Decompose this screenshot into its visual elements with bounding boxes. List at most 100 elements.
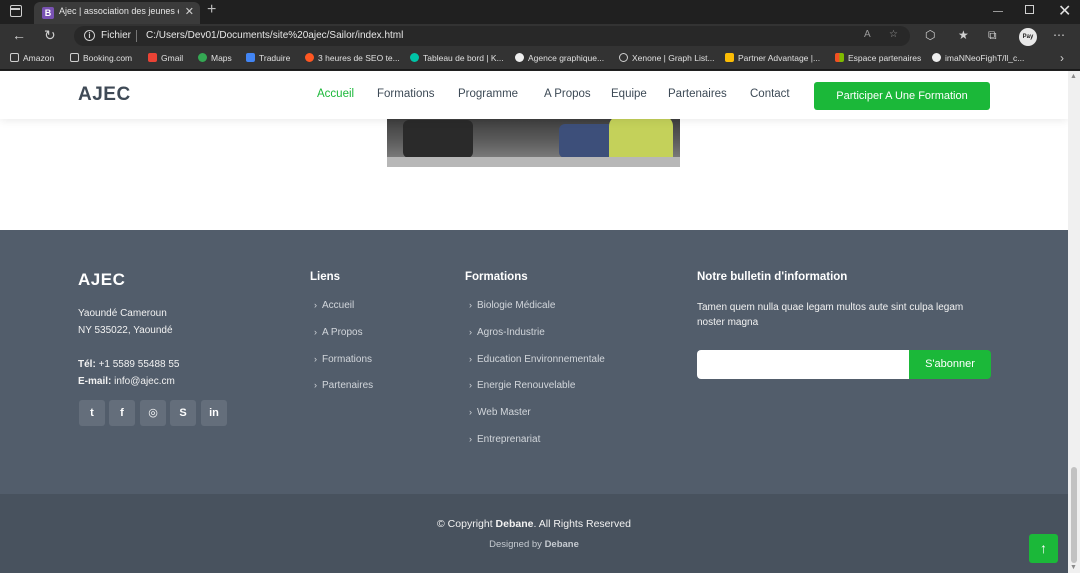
- training-photo: [387, 116, 680, 167]
- designed-by-text: Designed by Debane: [489, 539, 579, 550]
- maps-icon: [198, 53, 207, 62]
- collections-icon[interactable]: ⧉: [988, 28, 997, 43]
- footer-formation-biologie[interactable]: › Biologie Médicale: [469, 300, 555, 311]
- address-line-1: Yaoundé Cameroun: [78, 308, 167, 319]
- xenone-icon: [619, 53, 628, 62]
- read-aloud-icon[interactable]: A: [864, 29, 871, 40]
- tab-close-icon[interactable]: ✕: [185, 5, 194, 18]
- chevron-right-icon: ›: [469, 407, 472, 417]
- footer-link-formations[interactable]: › Formations: [314, 354, 372, 365]
- footer-bottom: © Copyright Debane. All Rights Reserved …: [0, 494, 1068, 573]
- window-close-icon[interactable]: ✕: [1058, 1, 1071, 21]
- email-line: E-mail: info@ajec.cm: [78, 376, 175, 387]
- address-bar[interactable]: i Fichier C:/Users/Dev01/Documents/site%…: [74, 26, 910, 46]
- bookmark-booking[interactable]: Booking.com: [70, 53, 132, 63]
- bookmark-amazon[interactable]: Amazon: [10, 53, 54, 63]
- browser-toolbar: ← ↻ i Fichier C:/Users/Dev01/Documents/s…: [0, 24, 1080, 48]
- scroll-up-icon[interactable]: ▲: [1070, 73, 1077, 80]
- add-favorite-icon[interactable]: ☆: [889, 29, 898, 40]
- nav-contact[interactable]: Contact: [750, 88, 790, 100]
- url-text[interactable]: C:/Users/Dev01/Documents/site%20ajec/Sai…: [146, 30, 403, 41]
- chevron-right-icon: ›: [469, 300, 472, 310]
- protocol-label: Fichier: [101, 30, 132, 41]
- chevron-right-icon: ›: [314, 300, 317, 310]
- phone-line: Tél: +1 5589 55488 55: [78, 359, 180, 370]
- scroll-down-icon[interactable]: ▼: [1070, 564, 1077, 571]
- bootstrap-favicon-icon: B: [42, 7, 54, 19]
- footer-formation-webmaster[interactable]: › Web Master: [469, 407, 531, 418]
- dashboard-icon: [410, 53, 419, 62]
- bookmark-agence[interactable]: Agence graphique...: [515, 53, 604, 63]
- info-icon[interactable]: i: [84, 30, 95, 41]
- chevron-right-icon: ›: [469, 327, 472, 337]
- bookmark-xenone[interactable]: Xenone | Graph List...: [619, 53, 715, 63]
- nav-programme[interactable]: Programme: [458, 88, 518, 100]
- bookmark-seo[interactable]: 3 heures de SEO te...: [305, 53, 400, 63]
- subscribe-button[interactable]: S'abonner: [909, 350, 991, 379]
- newsletter-email-input[interactable]: [697, 350, 910, 379]
- tab-actions-icon[interactable]: [10, 5, 22, 17]
- profile-avatar[interactable]: Pay: [1019, 28, 1037, 46]
- page-viewport: AJEC Accueil Formations Programme A Prop…: [0, 71, 1068, 573]
- facebook-icon[interactable]: f: [109, 400, 135, 426]
- participate-button[interactable]: Participer A Une Formation: [814, 82, 990, 110]
- skype-icon[interactable]: S: [170, 400, 196, 426]
- chevron-right-icon: ›: [314, 327, 317, 337]
- address-separator: [136, 30, 137, 42]
- twitter-icon[interactable]: t: [79, 400, 105, 426]
- nav-formations[interactable]: Formations: [377, 88, 435, 100]
- bookmark-espace[interactable]: Espace partenaires: [835, 53, 921, 63]
- window-minimize-icon[interactable]: [993, 11, 1003, 12]
- footer-link-a-propos[interactable]: › A Propos: [314, 327, 363, 338]
- refresh-icon[interactable]: ↻: [44, 27, 56, 44]
- nav-equipe[interactable]: Equipe: [611, 88, 647, 100]
- tab-title: Ajec | association des jeunes ent: [59, 6, 179, 16]
- nav-a-propos[interactable]: A Propos: [544, 88, 591, 100]
- footer-logo: AJEC: [78, 270, 126, 289]
- site-logo[interactable]: AJEC: [78, 84, 131, 106]
- bookmark-partner[interactable]: Partner Advantage |...: [725, 53, 820, 63]
- chevron-right-icon: ›: [469, 380, 472, 390]
- bookmark-traduire[interactable]: Traduire: [246, 53, 290, 63]
- browser-tab-active[interactable]: B Ajec | association des jeunes ent ✕: [34, 2, 200, 24]
- more-menu-icon[interactable]: ⋯: [1053, 28, 1065, 42]
- github-icon: [932, 53, 941, 62]
- nav-accueil[interactable]: Accueil: [317, 88, 354, 100]
- footer-formation-agros[interactable]: › Agros-Industrie: [469, 327, 545, 338]
- gmail-icon: [148, 53, 157, 62]
- bookmarks-overflow-icon[interactable]: ›: [1060, 51, 1064, 65]
- new-tab-icon[interactable]: +: [207, 1, 216, 19]
- browser-tab-strip: B Ajec | association des jeunes ent ✕ + …: [0, 0, 1080, 24]
- footer-link-accueil[interactable]: › Accueil: [314, 300, 354, 311]
- bookmark-gmail[interactable]: Gmail: [148, 53, 183, 63]
- extensions-icon[interactable]: ⬡: [925, 28, 935, 42]
- links-heading: Liens: [310, 271, 341, 283]
- page-icon: [10, 53, 19, 62]
- chevron-right-icon: ›: [469, 434, 472, 444]
- page-icon: [70, 53, 79, 62]
- footer-formation-entreprenariat[interactable]: › Entreprenariat: [469, 434, 540, 445]
- linkedin-icon[interactable]: in: [201, 400, 227, 426]
- footer-formation-energie[interactable]: › Energie Renouvelable: [469, 380, 575, 391]
- instagram-icon[interactable]: ◎: [140, 400, 166, 426]
- translate-icon: [246, 53, 255, 62]
- page-scrollbar[interactable]: ▲ ▼: [1068, 71, 1080, 573]
- scrollbar-thumb[interactable]: [1071, 467, 1077, 563]
- bookmark-tableau[interactable]: Tableau de bord | K...: [410, 53, 504, 63]
- bookmark-github[interactable]: imaNNeoFighT/ll_c...: [932, 53, 1024, 63]
- footer-link-partenaires[interactable]: › Partenaires: [314, 380, 373, 391]
- back-to-top-button[interactable]: ↑: [1029, 534, 1058, 563]
- nav-partenaires[interactable]: Partenaires: [668, 88, 727, 100]
- newsletter-description: Tamen quem nulla quae legam multos aute …: [697, 302, 964, 328]
- back-icon[interactable]: ←: [12, 27, 26, 43]
- chevron-right-icon: ›: [469, 354, 472, 364]
- site-header: AJEC Accueil Formations Programme A Prop…: [0, 71, 1068, 119]
- arrow-up-icon: ↑: [1040, 540, 1047, 556]
- favorites-icon[interactable]: ★: [958, 28, 969, 42]
- chevron-right-icon: ›: [314, 380, 317, 390]
- window-restore-icon[interactable]: [1025, 5, 1034, 14]
- bookmark-maps[interactable]: Maps: [198, 53, 232, 63]
- copyright-text: © Copyright Debane. All Rights Reserved: [437, 518, 631, 530]
- microsoft-icon: [835, 53, 844, 62]
- footer-formation-education[interactable]: › Education Environnementale: [469, 354, 605, 365]
